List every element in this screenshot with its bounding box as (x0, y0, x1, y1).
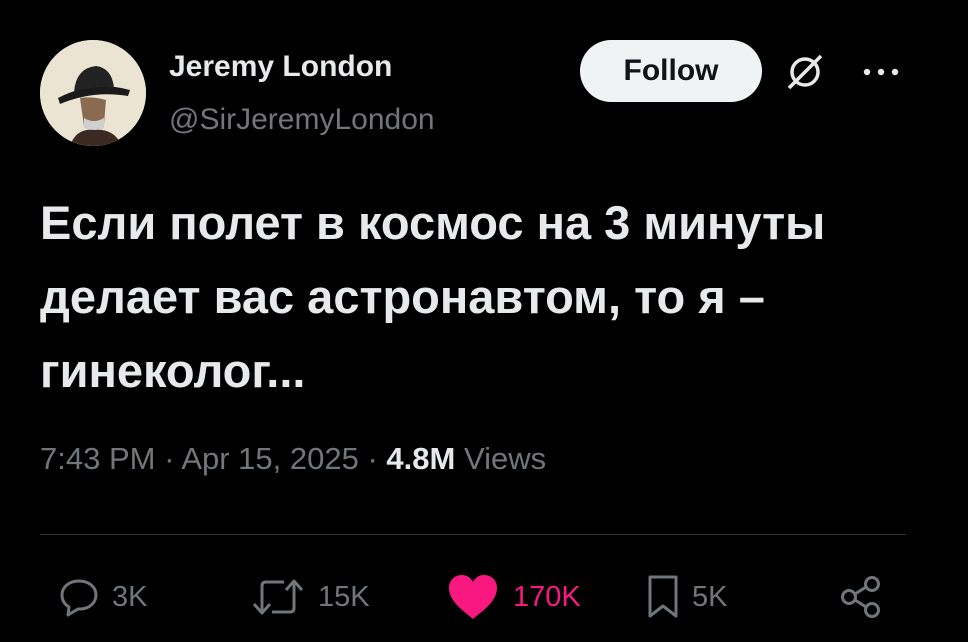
author-name[interactable]: Jeremy London (169, 50, 392, 84)
avatar[interactable] (40, 40, 146, 146)
like-count: 170K (513, 580, 581, 613)
reply-count: 3K (112, 580, 148, 613)
repost-count: 15K (318, 580, 370, 613)
bookmark-icon (648, 575, 678, 618)
like-icon (449, 575, 497, 619)
tweet-date[interactable]: Apr 15, 2025 (181, 441, 359, 476)
more-icon[interactable] (860, 62, 902, 82)
repost-icon (252, 579, 304, 615)
bookmark-count: 5K (692, 580, 728, 613)
divider (40, 534, 906, 535)
bookmark-button[interactable]: 5K (646, 572, 727, 622)
tweet-text: Если полет в космос на 3 минуты делает в… (40, 196, 826, 397)
reply-button[interactable]: 3K (58, 572, 147, 622)
like-button[interactable]: 170K (445, 572, 581, 622)
views-count: 4.8M (386, 441, 456, 476)
author-handle[interactable]: @SirJeremyLondon (169, 103, 435, 137)
follow-button[interactable]: Follow (580, 40, 762, 102)
meta-separator: · (164, 441, 175, 476)
tweet-time[interactable]: 7:43 PM (40, 441, 155, 476)
grok-icon[interactable] (785, 52, 825, 92)
share-button[interactable] (838, 572, 884, 622)
repost-button[interactable]: 15K (250, 572, 370, 622)
meta-separator: · (367, 441, 378, 476)
views-label: Views (463, 441, 547, 476)
tweet-meta: 7:43 PM · Apr 15, 2025 · 4.8M Views (40, 441, 546, 477)
share-icon (841, 576, 880, 618)
reply-icon (60, 579, 98, 617)
avatar-image (40, 40, 146, 146)
